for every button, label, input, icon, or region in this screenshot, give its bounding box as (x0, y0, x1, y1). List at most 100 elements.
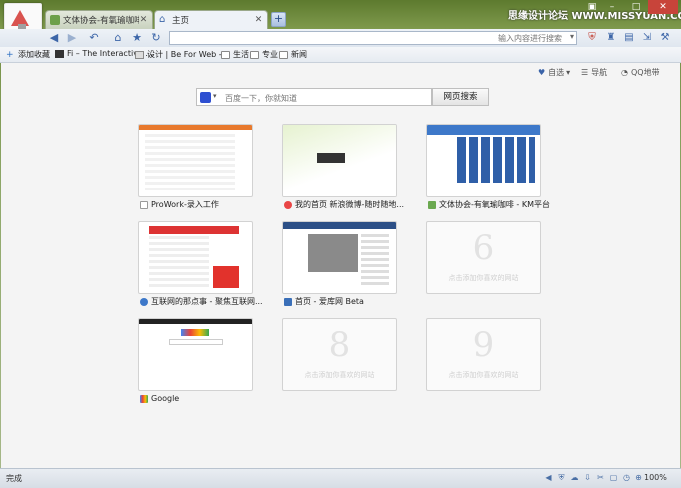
minimize-button[interactable]: – (600, 0, 624, 14)
favorites-link[interactable]: ♥ 自选 ▾ (538, 67, 570, 78)
navigation-link[interactable]: ☰ 导航 (581, 67, 607, 78)
site-thumbnail (457, 137, 535, 183)
history-icon[interactable]: ◷ (622, 473, 631, 482)
speed-dial-tile[interactable] (138, 318, 253, 391)
wrench-icon[interactable]: ⚒ (657, 30, 673, 46)
add-site-hint: 点击添加你喜欢的网站 (448, 274, 519, 282)
tile-title: 首页 - 爱库网 Beta (295, 297, 364, 306)
search-field[interactable]: ▾ (196, 88, 432, 106)
baidu-icon[interactable] (200, 92, 211, 103)
qq-zone-link[interactable]: ◔ QQ地带 (621, 67, 660, 78)
tile-label[interactable]: 首页 - 爱库网 Beta (284, 296, 364, 307)
person-icon (428, 200, 436, 209)
empty-tile[interactable]: 6 点击添加你喜欢的网站 (426, 221, 541, 294)
site-thumbnail (145, 134, 235, 190)
fi-icon (55, 49, 64, 58)
weibo-icon (284, 200, 292, 209)
bookmarks-bar: + 添加收藏 Fi – The Interactive ... 设计 | Be … (0, 47, 681, 63)
back-button[interactable]: ◀ (46, 30, 62, 46)
favorite-button[interactable]: ★ (129, 30, 145, 46)
search-input[interactable] (223, 91, 427, 105)
slot-number: 9 (472, 325, 495, 365)
maximize-button[interactable]: □ (624, 0, 648, 14)
close-window-button[interactable]: ✕ (648, 0, 678, 14)
tile-title: Google (151, 394, 180, 403)
home-button[interactable]: ⌂ (110, 30, 126, 46)
speed-dial-tile[interactable] (426, 124, 541, 197)
broom-icon[interactable]: ♜ (603, 30, 619, 46)
bookmark-folder-news[interactable]: 新闻 (279, 49, 307, 60)
chevron-down-icon: ▾ (566, 68, 571, 77)
nav-toolbar: ◀ ▶ ↶ ⌂ ★ ↻ ▾ ⛨ ♜ ▤ ⇲ ⚒ (0, 29, 681, 47)
add-site-hint: 点击添加你喜欢的网站 (448, 371, 519, 379)
folder-icon (221, 50, 230, 59)
speed-dial-tile[interactable] (282, 124, 397, 197)
chevron-down-icon[interactable]: ▾ (570, 32, 574, 41)
home-icon: ⌂ (159, 14, 166, 25)
bookmark-be-for-web[interactable]: 设计 | Be For Web -... (135, 49, 229, 60)
shield-icon[interactable]: ⛨ (584, 30, 600, 46)
address-bar[interactable]: ▾ (169, 31, 577, 45)
refresh-button[interactable]: ↻ (148, 30, 164, 46)
tile-label[interactable]: 文体协会-有氧瑜咖啡 - KM平台 (428, 199, 550, 210)
link-label: QQ地带 (630, 68, 660, 77)
new-tab-button[interactable]: + (271, 12, 286, 27)
tile-label[interactable]: 我的首页 新浪微博-随时随地... (284, 199, 404, 210)
start-page: ♥ 自选 ▾ ☰ 导航 ◔ QQ地带 ▾ 网页搜索 Pro (1, 63, 680, 468)
screenshot-icon[interactable]: ✂ (596, 473, 605, 482)
link-label: 导航 (591, 68, 608, 77)
empty-tile[interactable]: 9 点击添加你喜欢的网站 (426, 318, 541, 391)
page-icon (50, 15, 60, 25)
bookmark-label: 添加收藏 (18, 50, 50, 59)
tile-title: ProWork-录入工作 (151, 200, 219, 209)
site-thumbnail (149, 236, 209, 288)
export-icon[interactable]: ⇲ (639, 30, 655, 46)
tools-icon[interactable]: ▤ (621, 30, 637, 46)
undo-close-button[interactable]: ↶ (86, 30, 102, 46)
page-icon (135, 50, 144, 59)
tile-title: 我的首页 新浪微博-随时随地... (295, 200, 405, 209)
shield-icon[interactable]: ⛨ (557, 473, 566, 482)
speed-dial-tile[interactable] (138, 221, 253, 294)
tab-km[interactable]: 文体协会-有氧瑜咖啡 - K... ✕ (45, 10, 153, 29)
slot-number: 6 (472, 228, 495, 268)
cloud-icon[interactable]: ☁ (570, 473, 579, 482)
speed-dial-tile[interactable] (138, 124, 253, 197)
menu-icon: ☰ (581, 68, 589, 77)
add-bookmark-button[interactable]: + 添加收藏 (6, 49, 50, 60)
tile-label[interactable]: Google (140, 393, 179, 404)
heart-icon: ♥ (538, 68, 546, 77)
close-icon[interactable]: ✕ (254, 15, 263, 25)
bookmark-folder-life[interactable]: 生活 (221, 49, 249, 60)
tile-title: 互联网的那点事 - 聚焦互联网... (151, 297, 263, 306)
address-input[interactable] (170, 32, 576, 44)
web-search-button[interactable]: 网页搜索 (432, 88, 489, 106)
zoom-level[interactable]: 100% (644, 473, 667, 482)
bookmark-label: 设计 | Be For Web -... (147, 50, 230, 59)
site-icon (140, 297, 148, 306)
google-logo (181, 329, 209, 336)
page-icon (140, 200, 148, 209)
google-icon (140, 394, 148, 403)
empty-tile[interactable]: 8 点击添加你喜欢的网站 (282, 318, 397, 391)
speaker-icon[interactable]: ◀ (544, 473, 553, 482)
speed-dial-tile[interactable] (282, 221, 397, 294)
tile-label[interactable]: 互联网的那点事 - 聚焦互联网... (140, 296, 263, 307)
bookmark-label: 生活 (233, 50, 249, 59)
tab-label: 文体协会-有氧瑜咖啡 - K... (63, 16, 139, 26)
site-icon (284, 297, 292, 306)
qq-icon: ◔ (621, 68, 628, 77)
link-label: 自选 (548, 68, 565, 77)
chevron-down-icon[interactable]: ▾ (213, 92, 217, 100)
forward-button[interactable]: ▶ (64, 30, 80, 46)
tab-home[interactable]: ⌂ 主页 ✕ (154, 10, 268, 29)
tab-label: 主页 (172, 16, 190, 26)
zoom-icon[interactable]: ⊕ (634, 473, 643, 482)
bookmark-folder-work[interactable]: 专业 (250, 49, 278, 60)
plus-icon: + (6, 49, 14, 60)
close-icon[interactable]: ✕ (139, 15, 148, 25)
tile-label[interactable]: ProWork-录入工作 (140, 199, 219, 210)
download-icon[interactable]: ⇩ (583, 473, 592, 482)
window-icon[interactable]: ▢ (609, 473, 618, 482)
skin-icon[interactable]: ▣ (586, 0, 598, 14)
